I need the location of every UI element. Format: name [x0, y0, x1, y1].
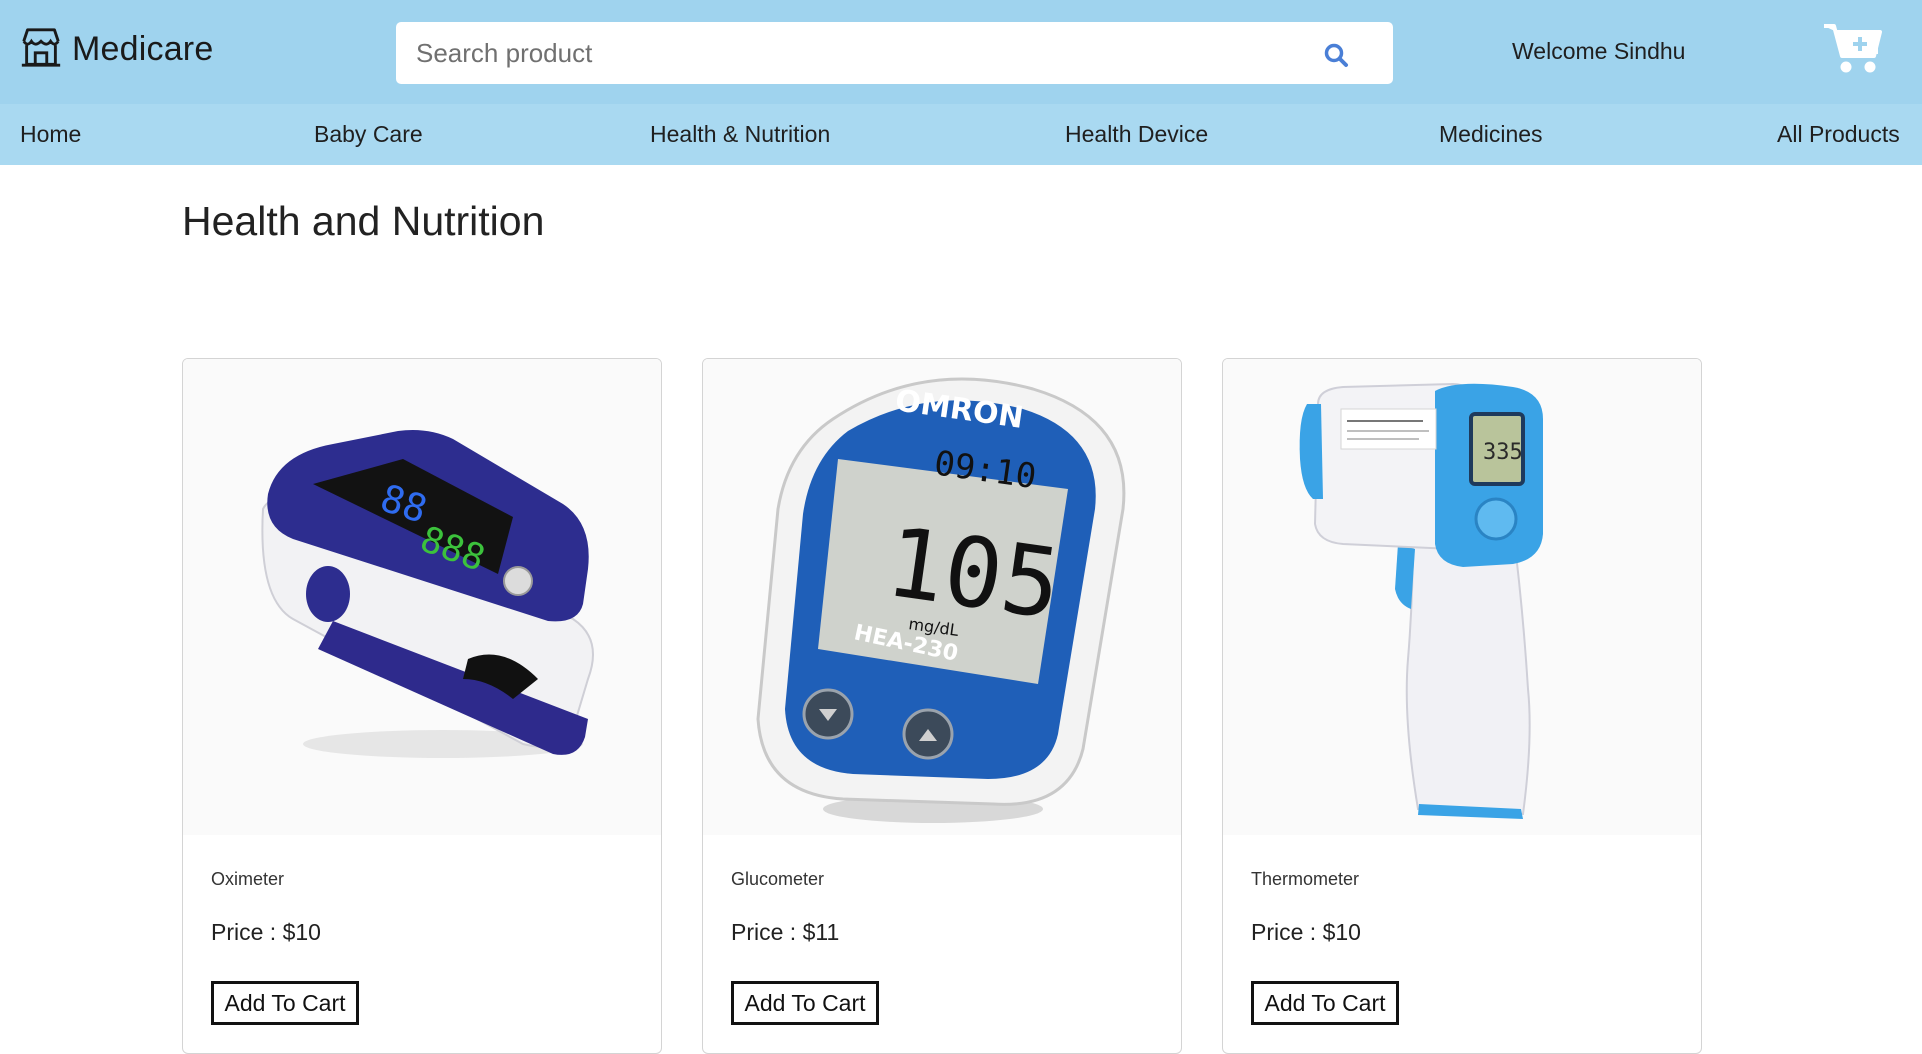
search-input[interactable]: [396, 22, 1296, 84]
store-icon: [18, 24, 64, 75]
oximeter-image[interactable]: 88 888: [183, 359, 661, 835]
cart-plus-icon[interactable]: [1822, 20, 1884, 76]
svg-text:105: 105: [880, 506, 1067, 641]
main-nav: Home Baby Care Health & Nutrition Health…: [0, 104, 1922, 165]
welcome-text: Welcome Sindhu: [1512, 38, 1686, 64]
nav-item-all-products[interactable]: All Products: [1777, 121, 1900, 148]
product-price: Price : $10: [211, 919, 321, 945]
product-price: Price : $11: [731, 919, 840, 945]
nav-item-health-device[interactable]: Health Device: [1065, 121, 1208, 148]
page-title: Health and Nutrition: [182, 198, 545, 244]
nav-item-health-nutrition[interactable]: Health & Nutrition: [650, 121, 830, 148]
nav-item-medicines[interactable]: Medicines: [1439, 121, 1543, 148]
product-name: Glucometer: [731, 869, 825, 889]
product-card: OMRON 09:10 105 mg/dL HEA-230 Glucometer…: [702, 358, 1182, 1054]
brand-logo[interactable]: Medicare: [18, 24, 213, 75]
product-name: Thermometer: [1251, 869, 1360, 889]
product-card: 88 888 Oximeter Price : $10 Add To Cart: [182, 358, 662, 1054]
add-to-cart-button[interactable]: Add To Cart: [1251, 981, 1399, 1025]
product-name: Oximeter: [211, 869, 285, 889]
brand-name: Medicare: [72, 30, 214, 68]
svg-text:335: 335: [1483, 440, 1523, 465]
top-header: Medicare Welcome Sindhu: [0, 0, 1922, 104]
nav-item-home[interactable]: Home: [20, 121, 81, 148]
glucometer-image[interactable]: OMRON 09:10 105 mg/dL HEA-230: [703, 359, 1181, 835]
nav-item-baby-care[interactable]: Baby Care: [314, 121, 423, 148]
product-price: Price : $10: [1251, 919, 1361, 945]
add-to-cart-button[interactable]: Add To Cart: [731, 981, 879, 1025]
search-icon[interactable]: [1323, 42, 1349, 68]
thermometer-image[interactable]: 335: [1223, 359, 1701, 835]
add-to-cart-button[interactable]: Add To Cart: [211, 981, 359, 1025]
search-bar: [396, 22, 1393, 84]
product-card: 335 Thermometer Price : $10 Add To Cart: [1222, 358, 1702, 1054]
